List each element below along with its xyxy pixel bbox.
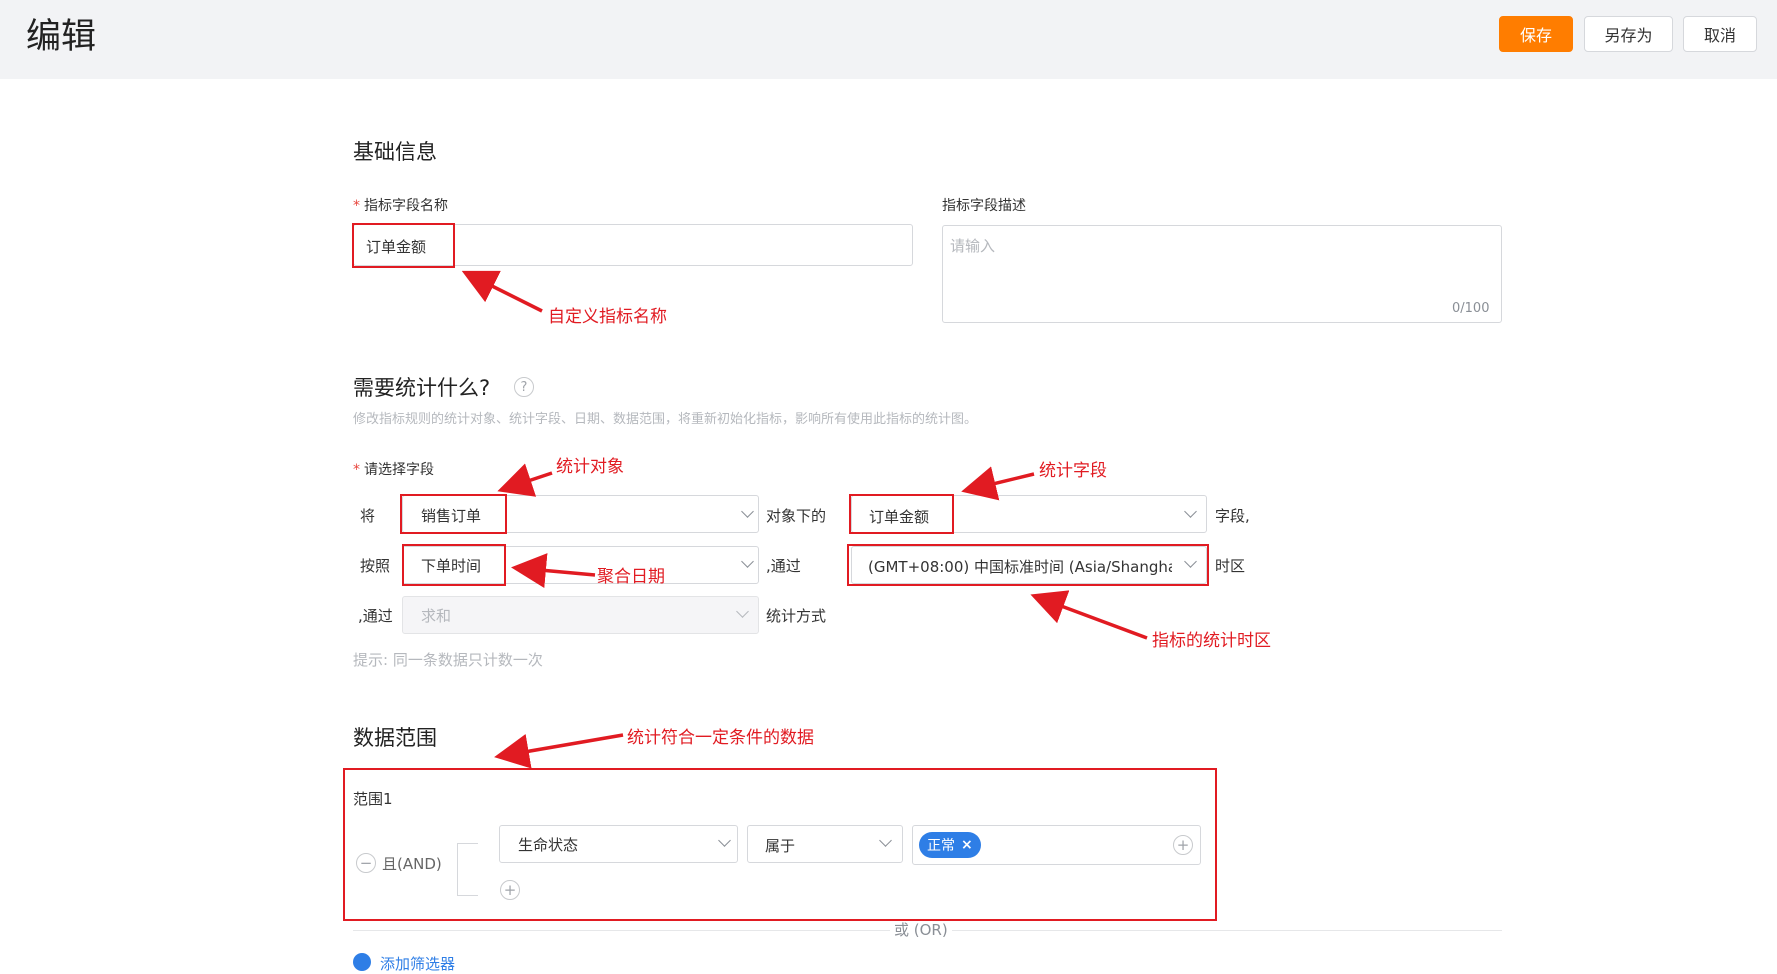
annotation-name: 自定义指标名称: [548, 307, 667, 327]
arrow-name: [461, 270, 543, 313]
arrow-timezone: [1030, 590, 1148, 640]
annotation-arrows: [461, 270, 1148, 769]
annotation-timezone: 指标的统计时区: [1152, 631, 1271, 651]
annotation-field: 统计字段: [1039, 461, 1107, 481]
annotation-object: 统计对象: [556, 457, 624, 477]
arrow-range: [494, 733, 624, 769]
arrow-object: [497, 463, 553, 497]
annotation-date: 聚合日期: [597, 567, 665, 587]
arrow-date: [511, 553, 596, 588]
arrow-field: [961, 466, 1035, 501]
annotation-range: 统计符合一定条件的数据: [627, 728, 814, 748]
